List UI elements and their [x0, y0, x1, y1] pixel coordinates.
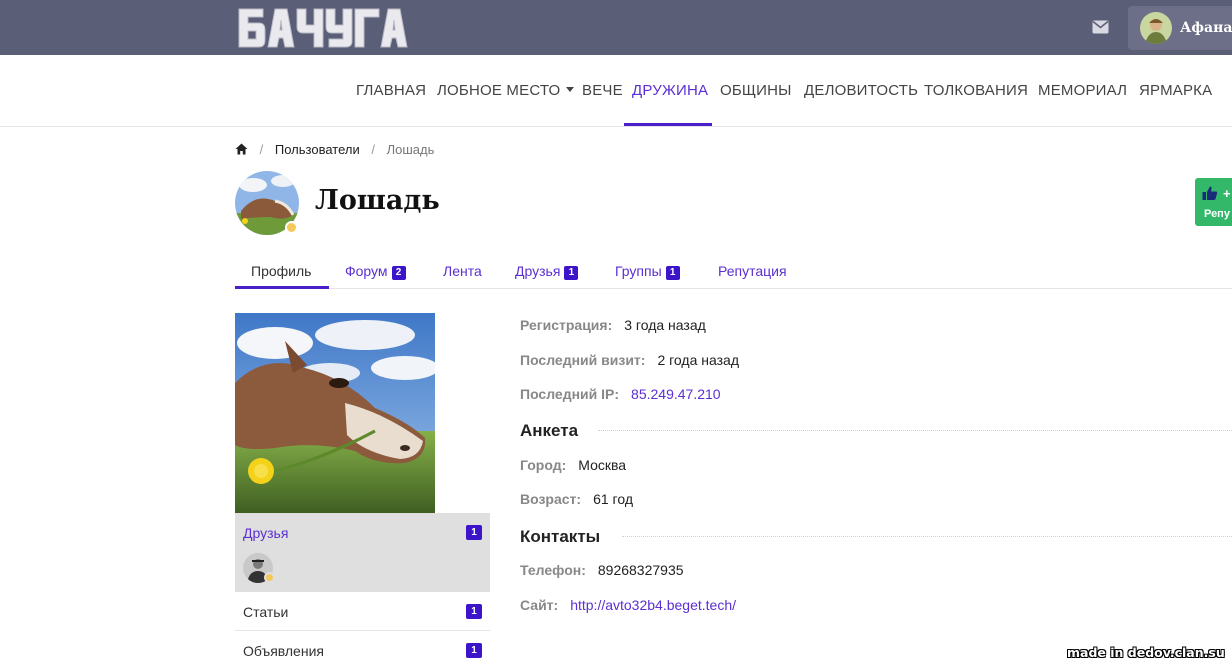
sidebar-ads-label: Объявления: [243, 643, 324, 659]
tab-groups[interactable]: Группы 1: [615, 263, 680, 280]
tab-friends-label: Друзья: [515, 263, 561, 279]
city-value: Москва: [578, 457, 627, 473]
nav-item-druzhina[interactable]: ДРУЖИНА: [632, 82, 708, 99]
tab-active-indicator: [235, 286, 329, 289]
reputation-plus-sign: +: [1223, 186, 1231, 201]
online-status-dot: [285, 221, 298, 234]
nav-active-indicator: [624, 123, 712, 126]
age-field: Возраст: 61 год: [520, 491, 633, 507]
nav-item-obshchiny[interactable]: ОБЩИНЫ: [720, 82, 792, 99]
breadcrumb-current: Лошадь: [386, 142, 435, 157]
last-visit-label: Последний визит:: [520, 352, 646, 368]
main-nav: ГЛАВНАЯ ЛОБНОЕ МЕСТО ВЕЧЕ ДРУЖИНА ОБЩИНЫ…: [0, 55, 1232, 127]
nav-item-yarmarka[interactable]: ЯРМАРКА: [1139, 82, 1212, 99]
tab-forum[interactable]: Форум 2: [345, 263, 406, 280]
nav-item-home[interactable]: ГЛАВНАЯ: [356, 82, 426, 99]
phone-label: Телефон:: [520, 562, 586, 578]
city-field: Город: Москва: [520, 457, 626, 473]
page-title: Лошадь: [315, 185, 440, 216]
breadcrumb-separator: /: [371, 142, 375, 157]
nav-item-memorial[interactable]: МЕМОРИАЛ: [1038, 82, 1127, 99]
tab-friends[interactable]: Друзья 1: [515, 263, 579, 280]
site-logo[interactable]: [237, 7, 409, 49]
reputation-plus-button[interactable]: + Репу: [1195, 178, 1232, 226]
phone-value: 89268327935: [597, 562, 684, 578]
sidebar-ads-count-badge: 1: [466, 643, 482, 658]
nav-item-veche[interactable]: ВЕЧЕ: [582, 82, 623, 99]
reputation-button-label: Репу: [1204, 208, 1230, 220]
top-bar: Афанас: [0, 0, 1232, 55]
tab-groups-label: Группы: [615, 263, 662, 279]
age-label: Возраст:: [520, 491, 582, 507]
tab-forum-label: Форум: [345, 263, 388, 279]
tab-friends-count-badge: 1: [564, 266, 579, 280]
friend-status-dot: [264, 572, 275, 583]
tab-profile[interactable]: Профиль: [251, 263, 311, 279]
thumbs-up-icon: [1202, 186, 1218, 200]
sidebar-item-ads[interactable]: Объявления 1: [235, 631, 490, 668]
tab-forum-count-badge: 2: [391, 266, 406, 280]
last-ip-field: Последний IP: 85.249.47.210: [520, 386, 721, 402]
sidebar-friends-count-badge: 1: [466, 525, 482, 540]
section-anketa-heading: Анкета: [520, 421, 579, 440]
user-avatar: [1140, 12, 1172, 44]
last-ip-label: Последний IP:: [520, 386, 620, 402]
breadcrumb: / Пользователи / Лошадь: [235, 142, 434, 157]
site-label: Сайт:: [520, 597, 559, 613]
registration-value: 3 года назад: [624, 317, 706, 333]
profile-photo[interactable]: [235, 313, 435, 513]
sidebar-item-articles[interactable]: Статьи 1: [235, 592, 490, 631]
user-menu[interactable]: Афанас: [1128, 6, 1232, 50]
city-label: Город:: [520, 457, 567, 473]
sidebar-articles-label: Статьи: [243, 604, 289, 620]
last-visit-value: 2 года назад: [657, 352, 739, 368]
breadcrumb-users-link[interactable]: Пользователи: [275, 142, 360, 157]
age-value: 61 год: [593, 491, 634, 507]
section-divider: [598, 430, 1232, 431]
site-field: Сайт: http://avto32b4.beget.tech/: [520, 597, 736, 613]
user-name: Афанас: [1180, 20, 1232, 36]
chevron-down-icon: [566, 87, 575, 92]
home-icon[interactable]: [235, 143, 248, 155]
breadcrumb-separator: /: [259, 142, 264, 157]
phone-field: Телефон: 89268327935: [520, 562, 684, 578]
sidebar-friends[interactable]: Друзья 1: [235, 513, 490, 592]
sidebar-friends-label: Друзья: [243, 525, 289, 541]
last-visit-field: Последний визит: 2 года назад: [520, 352, 739, 368]
registration-field: Регистрация: 3 года назад: [520, 317, 706, 333]
profile-tabs: Профиль Форум 2 Лента Друзья 1 Группы 1 Реп…: [235, 253, 1232, 289]
nav-item-lobnoe-mesto-label: ЛОБНОЕ МЕСТО: [437, 82, 561, 99]
nav-item-lobnoe-mesto[interactable]: ЛОБНОЕ МЕСТО: [437, 82, 575, 99]
envelope-icon[interactable]: [1092, 20, 1109, 34]
site-link[interactable]: http://avto32b4.beget.tech/: [570, 597, 736, 613]
section-contacts-heading: Контакты: [520, 527, 601, 546]
sidebar-articles-count-badge: 1: [466, 604, 482, 619]
last-ip-link[interactable]: 85.249.47.210: [631, 386, 721, 402]
nav-item-delovitost[interactable]: ДЕЛОВИТОСТЬ: [804, 82, 918, 99]
section-divider: [622, 536, 1232, 537]
tab-feed[interactable]: Лента: [443, 263, 482, 279]
tab-reputation[interactable]: Репутация: [718, 263, 787, 279]
watermark: made in dedov.clan.su: [1067, 645, 1225, 660]
nav-item-tolkovaniya[interactable]: ТОЛКОВАНИЯ: [924, 82, 1028, 99]
registration-label: Регистрация:: [520, 317, 613, 333]
tab-groups-count-badge: 1: [665, 266, 680, 280]
